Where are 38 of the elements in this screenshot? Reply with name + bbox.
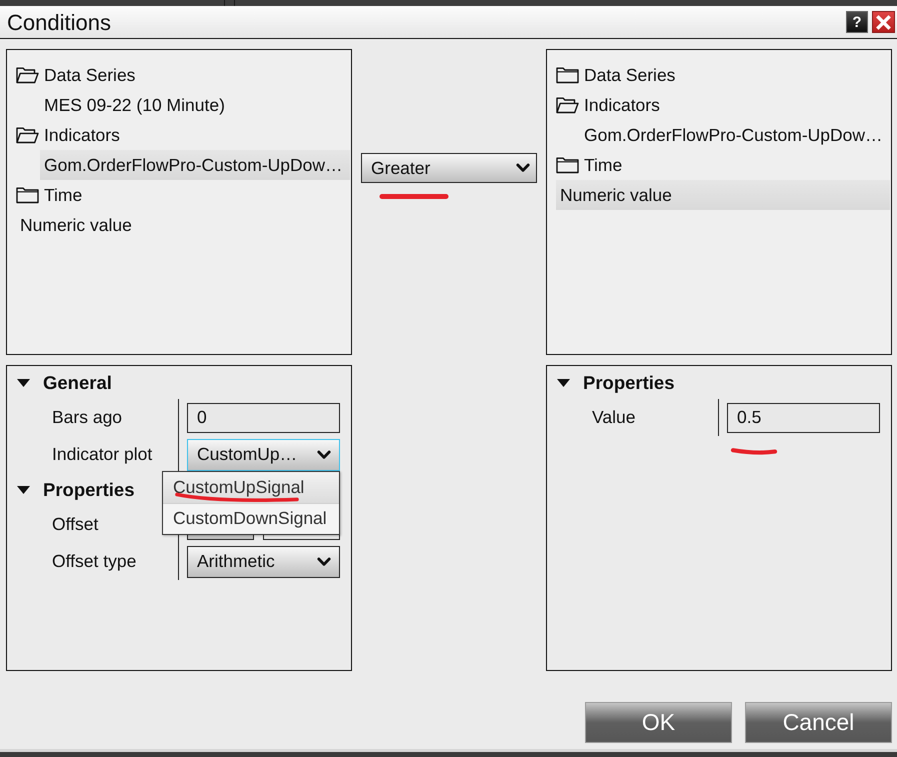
property-label: Bars ago: [52, 406, 122, 430]
tree-item[interactable]: MES 09-22 (10 Minute): [40, 90, 350, 120]
tree-folder[interactable]: Data Series: [556, 60, 890, 90]
input-field[interactable]: 0: [187, 402, 340, 432]
help-button[interactable]: ?: [846, 11, 868, 33]
dropdown-option[interactable]: CustomUpSignal: [163, 472, 339, 502]
section-title: General: [43, 370, 112, 395]
chevron-down-icon: [317, 450, 331, 460]
tree-folder[interactable]: Time: [16, 180, 350, 210]
property-label: Indicator plot: [52, 443, 152, 466]
dropdown-option[interactable]: CustomDownSignal: [163, 502, 339, 534]
tree-item[interactable]: Gom.OrderFlowPro-Custom-UpDow…: [40, 150, 350, 180]
expanded-triangle-icon[interactable]: [557, 378, 570, 386]
section-title: Properties: [43, 478, 135, 502]
dropdown[interactable]: Arithmetic: [187, 546, 340, 578]
tree-folder[interactable]: Data Series: [16, 60, 350, 90]
tree-item[interactable]: Numeric value: [556, 180, 890, 210]
dropdown[interactable]: CustomUp…: [187, 438, 340, 470]
tree-item[interactable]: Numeric value: [16, 210, 350, 240]
property-label: Offset type: [52, 550, 136, 574]
cancel-button[interactable]: Cancel: [745, 702, 892, 743]
tree-folder[interactable]: Indicators: [556, 90, 890, 120]
tree-item[interactable]: Gom.OrderFlowPro-Custom-UpDow…: [580, 120, 890, 150]
ok-button[interactable]: OK: [585, 702, 732, 743]
chevron-down-icon: [317, 556, 331, 566]
window-title: Conditions: [7, 8, 111, 36]
section-title: Properties: [583, 370, 675, 395]
expanded-triangle-icon[interactable]: [17, 486, 30, 494]
close-icon: [876, 14, 891, 30]
property-label: Value: [592, 406, 636, 430]
chevron-down-icon: [516, 163, 530, 173]
input-field[interactable]: 0.5: [727, 402, 880, 432]
expanded-triangle-icon[interactable]: [17, 378, 30, 386]
close-button[interactable]: [872, 11, 895, 33]
tree-folder[interactable]: Time: [556, 150, 890, 180]
tree-folder[interactable]: Indicators: [16, 120, 350, 150]
property-label: Offset: [52, 513, 98, 536]
operator-dropdown[interactable]: Greater: [361, 153, 537, 183]
